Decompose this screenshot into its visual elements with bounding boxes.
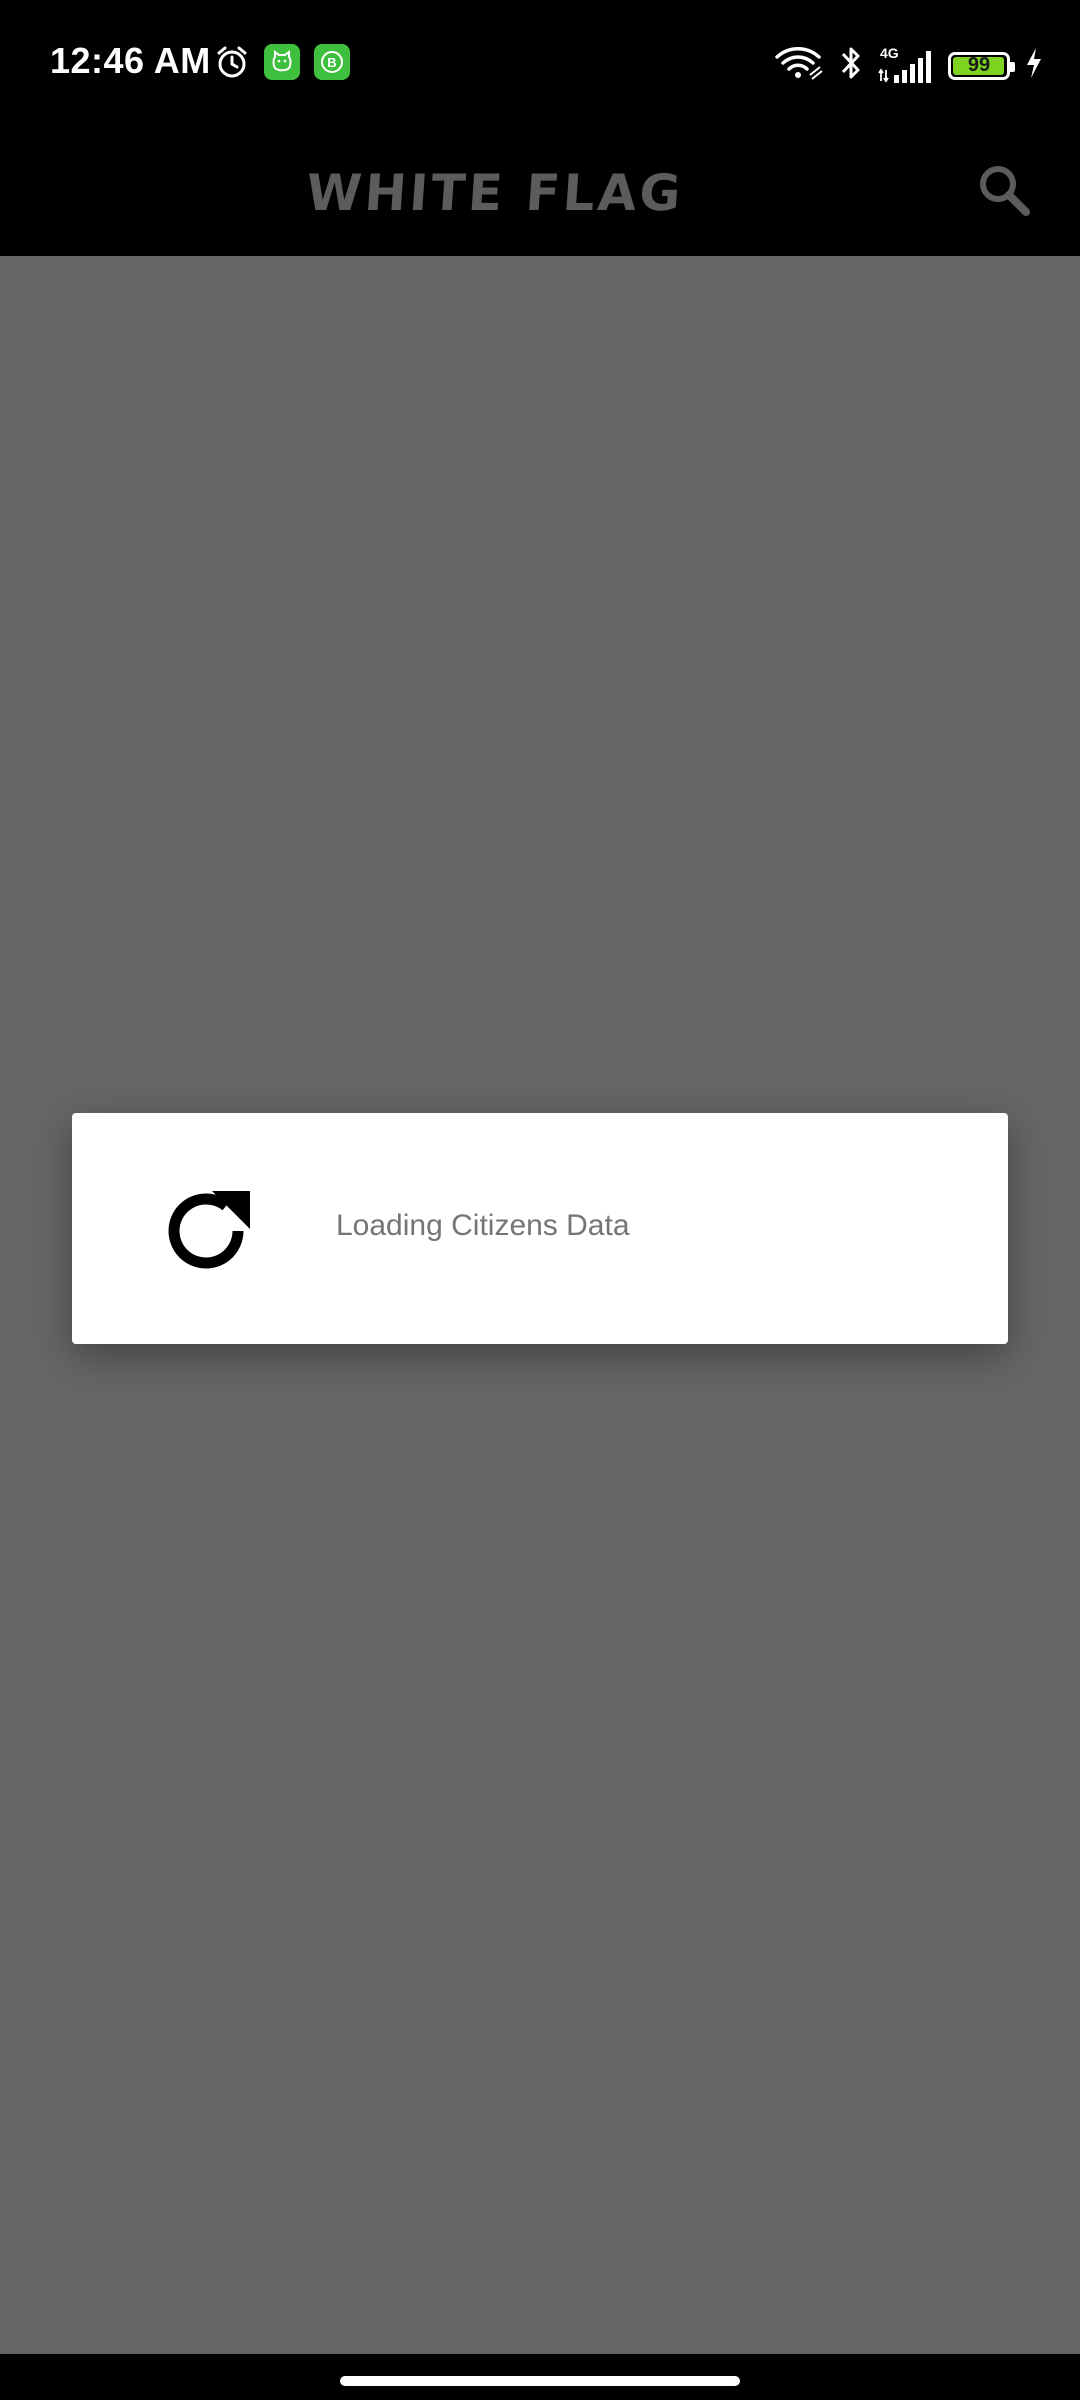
status-bar: 12:46 AM B 4G 99 [0, 0, 1080, 128]
home-indicator[interactable] [340, 2376, 740, 2386]
battery-cap [1010, 61, 1015, 72]
refresh-icon [168, 1191, 250, 1269]
status-left-icons: B [214, 44, 350, 80]
wifi-icon [774, 45, 824, 86]
search-icon [980, 166, 1030, 216]
svg-text:B: B [327, 55, 336, 70]
alarm-icon [214, 44, 250, 80]
search-button[interactable] [964, 150, 1044, 230]
app-screen: 12:46 AM B 4G 99 WHITE FLAG Loading Citi… [0, 0, 1080, 2400]
navigation-bar [0, 2354, 1080, 2400]
loading-message: Loading Citizens Data [336, 1209, 630, 1242]
app-title: WHITE FLAG [304, 164, 686, 222]
app-toolbar: WHITE FLAG [0, 128, 1080, 256]
status-right-icons: 4G 99 [774, 44, 1044, 87]
cat-app-icon [264, 44, 300, 80]
status-time: 12:46 AM [50, 40, 211, 81]
battery-level: 99 [967, 54, 991, 76]
b-app-icon: B [314, 44, 350, 80]
signal-icon: 4G [878, 45, 934, 85]
loading-dialog: Loading Citizens Data [72, 1113, 1008, 1344]
bluetooth-icon [838, 44, 864, 87]
battery-icon: 99 [948, 51, 1015, 80]
charging-icon [1024, 46, 1044, 85]
